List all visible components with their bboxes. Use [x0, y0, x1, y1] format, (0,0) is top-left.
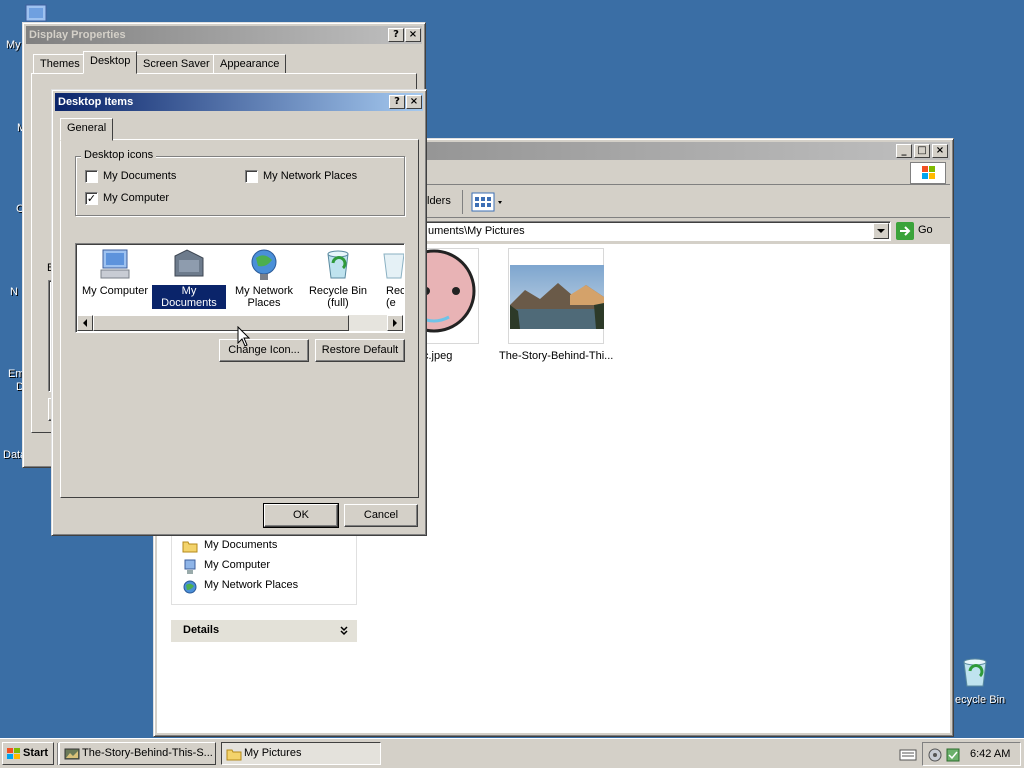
recycle-bin-full-icon [327, 250, 349, 279]
arrow-left-icon [83, 319, 87, 327]
chevron-double-down-icon [340, 626, 348, 636]
taskbar-item-my-pictures[interactable]: My Pictures [221, 742, 381, 765]
help-button[interactable]: ? [388, 28, 404, 42]
icon-label-selected: My Documents [151, 284, 227, 310]
file-label[interactable]: c.jpeg [423, 350, 452, 362]
folder-icon [226, 749, 242, 761]
my-documents-checkbox[interactable] [85, 170, 98, 183]
scroll-right-button[interactable] [387, 315, 403, 331]
help-button[interactable]: ? [389, 95, 405, 109]
mouse-cursor-icon [237, 326, 251, 347]
network-status-icon[interactable] [927, 747, 943, 763]
cancel-button[interactable]: Cancel [344, 504, 418, 527]
my-computer-checkbox[interactable]: ✓ [85, 192, 98, 205]
task-label: My Pictures [244, 747, 302, 759]
address-dropdown-button[interactable] [873, 223, 889, 239]
ok-button[interactable]: OK [263, 503, 339, 528]
desktop-icon-label: N [10, 286, 18, 298]
checkbox-label[interactable]: My Documents [103, 170, 176, 182]
scroll-left-button[interactable] [77, 315, 93, 331]
system-tray: 6:42 AM [922, 742, 1021, 766]
other-places-panel: My Documents My Computer My Network Plac… [171, 529, 357, 605]
views-button[interactable] [470, 191, 506, 213]
icon-item-my-computer[interactable]: My Computer [80, 246, 150, 312]
other-place-label: My Documents [204, 539, 278, 551]
desktop-icons-group [75, 156, 405, 216]
icon-label: My Computer [81, 285, 149, 297]
security-icon[interactable] [945, 747, 961, 763]
general-tab-panel: Desktop icons My Documents ✓ My Computer… [60, 139, 419, 498]
other-place-label: My Network Places [204, 579, 299, 591]
file-thumbnail[interactable] [508, 248, 604, 344]
landscape-image [510, 265, 604, 329]
address-value: uments\My Pictures [428, 225, 525, 237]
close-button[interactable]: × [405, 28, 421, 42]
my-documents-icon [174, 249, 204, 277]
windows-flag-icon [922, 166, 935, 179]
icon-label: My Network Places [234, 285, 294, 309]
dialog-title: Desktop Items [58, 96, 134, 108]
display-properties-titlebar[interactable]: Display Properties ? × [26, 26, 422, 44]
taskbar-item-image-viewer[interactable]: The-Story-Behind-This-S... [59, 742, 216, 765]
image-viewer-icon [64, 748, 80, 760]
other-place-label: My Computer [204, 559, 271, 571]
my-computer-icon [184, 559, 196, 574]
scroll-thumb[interactable] [93, 315, 349, 331]
desktop-icon-list[interactable]: My Computer My Documents My Network Plac… [75, 243, 405, 333]
task-label: The-Story-Behind-This-S... [82, 747, 213, 759]
checkbox-label[interactable]: My Network Places [263, 170, 357, 182]
recycle-bin-full-icon [963, 658, 987, 687]
icon-item-my-network-places[interactable]: My Network Places [228, 246, 300, 312]
icon-label: Rec (e [386, 285, 405, 309]
folder-icon [182, 541, 198, 553]
icon-item-recycle-bin-full[interactable]: Recycle Bin (full) [302, 246, 374, 312]
desktop-icon-recycle-bin[interactable]: ecycle Bin [955, 656, 1015, 708]
change-icon-button[interactable]: Change Icon... [219, 339, 309, 362]
group-label: Desktop icons [81, 149, 157, 161]
minimize-button[interactable]: _ [896, 144, 912, 158]
desktop-icon-label: ecycle Bin [955, 694, 1006, 706]
details-label: Details [183, 624, 220, 636]
go-label: Go [918, 224, 933, 236]
desktop-items-dialog: Desktop Items ? × General Desktop icons … [51, 89, 427, 536]
tab-general[interactable]: General [60, 118, 114, 141]
taskbar: Start The-Story-Behind-This-S... My Pict… [0, 738, 1024, 768]
views-icon [471, 192, 502, 212]
maximize-button[interactable]: □ [914, 144, 930, 158]
icon-item-recycle-bin-empty[interactable]: Rec (e [376, 246, 405, 312]
go-button[interactable]: Go [895, 221, 937, 241]
restore-default-button[interactable]: Restore Default [315, 339, 405, 362]
start-label: Start [23, 747, 49, 759]
tab-screen-saver[interactable]: Screen Saver [136, 54, 217, 74]
recycle-bin-empty-icon [383, 253, 404, 279]
go-arrow-icon [896, 222, 914, 240]
chevron-down-icon [877, 229, 885, 233]
tab-themes[interactable]: Themes [33, 54, 87, 74]
my-network-places-icon [251, 249, 277, 280]
file-label[interactable]: The-Story-Behind-Thi... [499, 350, 613, 362]
window-title: Display Properties [29, 29, 126, 41]
network-places-icon [183, 580, 197, 594]
icon-label: Recycle Bin (full) [308, 285, 368, 309]
desktop-icon-label: My [6, 39, 21, 51]
windows-logo [910, 162, 946, 184]
arrow-right-icon [393, 319, 397, 327]
windows-flag-icon [7, 748, 20, 759]
icon-item-my-documents[interactable]: My Documents [151, 246, 227, 312]
keyboard-icon[interactable] [899, 748, 917, 762]
close-button[interactable]: × [932, 144, 948, 158]
close-button[interactable]: × [406, 95, 422, 109]
my-computer-icon [100, 249, 130, 279]
clock[interactable]: 6:42 AM [970, 748, 1010, 760]
start-button[interactable]: Start [2, 742, 54, 765]
desktop-items-titlebar[interactable]: Desktop Items ? × [55, 93, 423, 111]
tab-desktop[interactable]: Desktop [83, 51, 138, 74]
tab-appearance[interactable]: Appearance [213, 54, 287, 74]
details-panel-header[interactable]: Details [171, 620, 357, 642]
my-network-places-checkbox[interactable] [245, 170, 258, 183]
checkbox-label[interactable]: My Computer [103, 192, 169, 204]
folders-button[interactable]: lders [427, 195, 451, 207]
